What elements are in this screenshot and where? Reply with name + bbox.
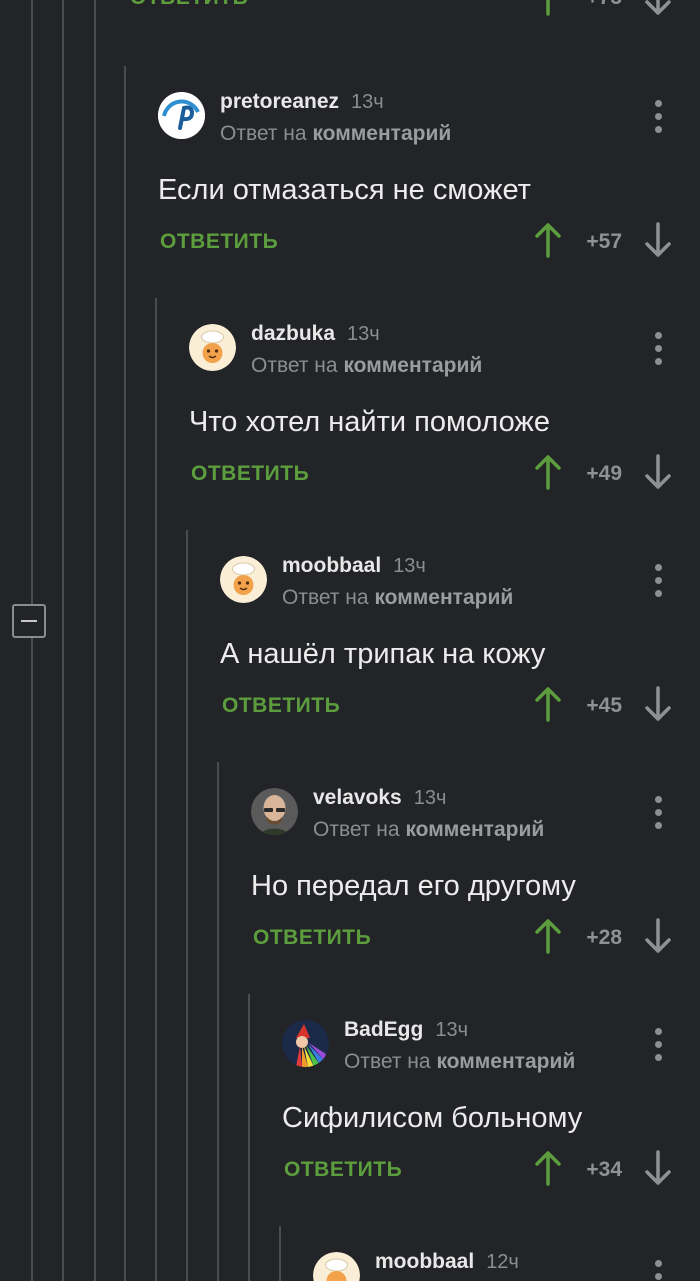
author-line: dazbuka 13ч (251, 322, 380, 346)
thread-line (186, 530, 188, 1281)
author-name[interactable]: moobbaal (375, 1250, 474, 1273)
reply-button[interactable]: ОТВЕТИТЬ (253, 926, 371, 950)
reply-prefix: Ответ на (282, 586, 369, 609)
rating: +57 (586, 230, 622, 253)
rating: +75 (586, 0, 622, 10)
reply-button[interactable]: ОТВЕТИТЬ (191, 462, 309, 486)
bald-man-avatar-icon (251, 788, 298, 835)
rainbow-gnome-avatar-icon (282, 1020, 329, 1067)
author-name[interactable]: velavoks (313, 786, 402, 809)
reply-info: Ответ на комментарий (282, 586, 513, 610)
rating: +28 (586, 926, 622, 949)
reply-info: Ответ на комментарий (313, 818, 544, 842)
avatar[interactable] (282, 1020, 329, 1067)
comment-text: Если отмазаться не сможет (158, 174, 531, 206)
arrow-down-icon[interactable] (644, 686, 672, 722)
author-line: BadEgg 13ч (344, 1018, 468, 1042)
parent-comment-link[interactable]: комментарий (405, 818, 544, 841)
arrow-up-icon[interactable] (534, 454, 562, 490)
avatar[interactable] (158, 92, 205, 139)
more-options-icon[interactable] (648, 332, 668, 366)
reply-button[interactable]: ОТВЕТИТЬ (160, 230, 278, 254)
reply-prefix: Ответ на (313, 818, 400, 841)
comment: moobbaal 13ч Ответ на комментарий А нашёл… (220, 554, 700, 734)
chef-cat-avatar-icon (313, 1252, 360, 1281)
reply-info: Ответ на комментарий (251, 354, 482, 378)
comment-time: 13ч (347, 323, 380, 345)
rating: +45 (586, 694, 622, 717)
reply-button[interactable]: ОТВЕТИТЬ (222, 694, 340, 718)
more-options-icon[interactable] (648, 1028, 668, 1062)
more-options-icon[interactable] (648, 796, 668, 830)
thread-line (279, 1226, 281, 1281)
comment-text: Но передал его другому (251, 870, 576, 902)
rating: +34 (586, 1158, 622, 1181)
thread-line (217, 762, 219, 1281)
comment-time: 13ч (351, 91, 384, 113)
more-options-icon[interactable] (648, 564, 668, 598)
author-name[interactable]: moobbaal (282, 554, 381, 577)
arrow-up-icon[interactable] (534, 0, 562, 16)
author-name[interactable]: BadEgg (344, 1018, 423, 1041)
chef-cat-avatar-icon (189, 324, 236, 371)
arrow-down-icon[interactable] (644, 0, 672, 16)
rating: +49 (586, 462, 622, 485)
thread-line (94, 0, 96, 1281)
reply-prefix: Ответ на (344, 1050, 431, 1073)
author-line: velavoks 13ч (313, 786, 446, 810)
previous-comment-actions: ОТВЕТИТЬ +75 (128, 0, 700, 16)
comment: dazbuka 13ч Ответ на комментарий Что хоте… (189, 322, 700, 502)
comment: pretoreanez 13ч Ответ на комментарий Если… (158, 90, 700, 270)
logo-avatar-icon (158, 92, 205, 139)
arrow-down-icon[interactable] (644, 1150, 672, 1186)
comment-time: 13ч (393, 555, 426, 577)
parent-comment-link[interactable]: комментарий (312, 122, 451, 145)
reply-info: Ответ на комментарий (344, 1050, 575, 1074)
comment-text: Что хотел найти помоложе (189, 406, 550, 438)
collapse-thread-button[interactable] (12, 604, 46, 638)
reply-info: Ответ на комментарий (220, 122, 451, 146)
arrow-up-icon[interactable] (534, 1150, 562, 1186)
comment: BadEgg 13ч Ответ на комментарий Сифилисом… (282, 1018, 700, 1198)
reply-button[interactable]: ОТВЕТИТЬ (130, 0, 248, 10)
thread-line (31, 0, 33, 1281)
author-line: pretoreanez 13ч (220, 90, 384, 114)
arrow-down-icon[interactable] (644, 222, 672, 258)
comment-time: 13ч (413, 787, 447, 809)
thread-line (155, 298, 157, 1281)
reply-prefix: Ответ на (251, 354, 338, 377)
author-name[interactable]: pretoreanez (220, 90, 339, 113)
parent-comment-link[interactable]: комментарий (343, 354, 482, 377)
comment: velavoks 13ч Ответ на комментарий Но пере… (251, 786, 700, 966)
comment-time: 13ч (435, 1019, 469, 1041)
arrow-up-icon[interactable] (534, 222, 562, 258)
avatar[interactable] (189, 324, 236, 371)
arrow-down-icon[interactable] (644, 918, 672, 954)
chef-cat-avatar-icon (220, 556, 267, 603)
thread-line (248, 994, 250, 1281)
author-line: moobbaal 13ч (282, 554, 426, 578)
parent-comment-link[interactable]: комментарий (436, 1050, 575, 1073)
reply-button[interactable]: ОТВЕТИТЬ (284, 1158, 402, 1182)
avatar[interactable] (220, 556, 267, 603)
comment: moobbaal 12ч (313, 1250, 700, 1281)
thread-line (124, 66, 126, 1281)
arrow-down-icon[interactable] (644, 454, 672, 490)
comment-text: А нашёл трипак на кожу (220, 638, 546, 670)
comment-time: 12ч (486, 1251, 519, 1273)
reply-prefix: Ответ на (220, 122, 307, 145)
arrow-up-icon[interactable] (534, 918, 562, 954)
parent-comment-link[interactable]: комментарий (374, 586, 513, 609)
arrow-up-icon[interactable] (534, 686, 562, 722)
author-line: moobbaal 12ч (375, 1250, 519, 1274)
avatar[interactable] (313, 1252, 360, 1281)
comment-text: Сифилисом больному (282, 1102, 583, 1134)
more-options-icon[interactable] (648, 100, 668, 134)
avatar[interactable] (251, 788, 298, 835)
author-name[interactable]: dazbuka (251, 322, 335, 345)
more-options-icon[interactable] (648, 1260, 668, 1281)
thread-line (62, 0, 64, 1281)
